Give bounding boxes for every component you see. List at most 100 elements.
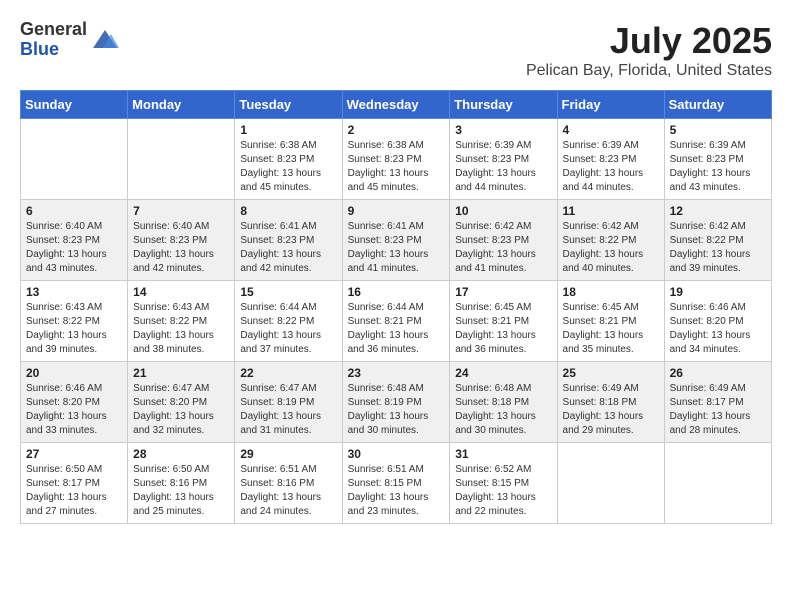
day-number: 24 xyxy=(455,366,551,380)
day-number: 18 xyxy=(563,285,659,299)
day-number: 12 xyxy=(670,204,766,218)
day-info: Sunrise: 6:39 AMSunset: 8:23 PMDaylight:… xyxy=(455,139,551,195)
day-number: 11 xyxy=(563,204,659,218)
day-info: Sunrise: 6:45 AMSunset: 8:21 PMDaylight:… xyxy=(563,301,659,357)
day-number: 22 xyxy=(240,366,336,380)
calendar-cell: 5 Sunrise: 6:39 AMSunset: 8:23 PMDaylight… xyxy=(664,119,771,200)
calendar-week-row: 1Sunrise: 6:38 AMSunset: 8:23 PMDaylight… xyxy=(21,119,772,200)
calendar-cell: 16Sunrise: 6:44 AMSunset: 8:21 PMDayligh… xyxy=(342,281,450,362)
logo: General Blue xyxy=(20,20,119,60)
calendar-cell xyxy=(128,119,235,200)
day-number: 15 xyxy=(240,285,336,299)
day-number: 19 xyxy=(670,285,766,299)
calendar-cell: 17 Sunrise: 6:45 AMSunset: 8:21 PMDayligh… xyxy=(450,281,557,362)
calendar-cell: 10Sunrise: 6:42 AMSunset: 8:23 PMDayligh… xyxy=(450,200,557,281)
day-info: Sunrise: 6:42 AMSunset: 8:22 PMDaylight:… xyxy=(670,220,766,276)
day-number: 16 xyxy=(348,285,445,299)
day-info: Sunrise: 6:50 AMSunset: 8:17 PMDaylight:… xyxy=(26,463,122,519)
day-number: 17 xyxy=(455,285,551,299)
day-info: Sunrise: 6:49 AMSunset: 8:18 PMDaylight:… xyxy=(563,382,659,438)
day-info: Sunrise: 6:52 AMSunset: 8:15 PMDaylight:… xyxy=(455,463,551,519)
title-block: July 2025 Pelican Bay, Florida, United S… xyxy=(526,20,772,80)
calendar-cell: 3 Sunrise: 6:39 AMSunset: 8:23 PMDaylight… xyxy=(450,119,557,200)
calendar-week-row: 13 Sunrise: 6:43 AMSunset: 8:22 PMDayligh… xyxy=(21,281,772,362)
calendar-cell: 29Sunrise: 6:51 AMSunset: 8:16 PMDayligh… xyxy=(235,443,342,524)
day-number: 2 xyxy=(348,123,445,137)
day-info: Sunrise: 6:48 AMSunset: 8:19 PMDaylight:… xyxy=(348,382,445,438)
day-info: Sunrise: 6:42 AMSunset: 8:22 PMDaylight:… xyxy=(563,220,659,276)
calendar-cell: 31 Sunrise: 6:52 AMSunset: 8:15 PMDayligh… xyxy=(450,443,557,524)
calendar-cell: 27 Sunrise: 6:50 AMSunset: 8:17 PMDayligh… xyxy=(21,443,128,524)
weekday-header-sunday: Sunday xyxy=(21,91,128,119)
day-number: 26 xyxy=(670,366,766,380)
weekday-header-wednesday: Wednesday xyxy=(342,91,450,119)
day-info: Sunrise: 6:41 AMSunset: 8:23 PMDaylight:… xyxy=(348,220,445,276)
calendar-week-row: 6Sunrise: 6:40 AMSunset: 8:23 PMDaylight… xyxy=(21,200,772,281)
day-info: Sunrise: 6:39 AMSunset: 8:23 PMDaylight:… xyxy=(670,139,766,195)
day-number: 5 xyxy=(670,123,766,137)
calendar-cell: 18 Sunrise: 6:45 AMSunset: 8:21 PMDayligh… xyxy=(557,281,664,362)
calendar-cell: 12 Sunrise: 6:42 AMSunset: 8:22 PMDayligh… xyxy=(664,200,771,281)
logo-blue-text: Blue xyxy=(20,40,87,60)
weekday-header-monday: Monday xyxy=(128,91,235,119)
calendar-cell: 19Sunrise: 6:46 AMSunset: 8:20 PMDayligh… xyxy=(664,281,771,362)
day-number: 25 xyxy=(563,366,659,380)
calendar-cell: 2Sunrise: 6:38 AMSunset: 8:23 PMDaylight… xyxy=(342,119,450,200)
day-number: 23 xyxy=(348,366,445,380)
calendar-cell xyxy=(557,443,664,524)
page-header: General Blue July 2025 Pelican Bay, Flor… xyxy=(20,20,772,80)
weekday-header-tuesday: Tuesday xyxy=(235,91,342,119)
weekday-header-saturday: Saturday xyxy=(664,91,771,119)
calendar-cell: 13 Sunrise: 6:43 AMSunset: 8:22 PMDayligh… xyxy=(21,281,128,362)
day-number: 30 xyxy=(348,447,445,461)
calendar-cell: 25 Sunrise: 6:49 AMSunset: 8:18 PMDayligh… xyxy=(557,362,664,443)
calendar-cell: 7Sunrise: 6:40 AMSunset: 8:23 PMDaylight… xyxy=(128,200,235,281)
calendar-cell: 23 Sunrise: 6:48 AMSunset: 8:19 PMDayligh… xyxy=(342,362,450,443)
day-info: Sunrise: 6:45 AMSunset: 8:21 PMDaylight:… xyxy=(455,301,551,357)
calendar-cell: 21Sunrise: 6:47 AMSunset: 8:20 PMDayligh… xyxy=(128,362,235,443)
calendar-cell: 14 Sunrise: 6:43 AMSunset: 8:22 PMDayligh… xyxy=(128,281,235,362)
calendar-cell: 1Sunrise: 6:38 AMSunset: 8:23 PMDaylight… xyxy=(235,119,342,200)
calendar-cell: 24 Sunrise: 6:48 AMSunset: 8:18 PMDayligh… xyxy=(450,362,557,443)
weekday-header-row: SundayMondayTuesdayWednesdayThursdayFrid… xyxy=(21,91,772,119)
calendar-cell: 15 Sunrise: 6:44 AMSunset: 8:22 PMDayligh… xyxy=(235,281,342,362)
calendar-week-row: 20 Sunrise: 6:46 AMSunset: 8:20 PMDayligh… xyxy=(21,362,772,443)
calendar-cell xyxy=(21,119,128,200)
weekday-header-friday: Friday xyxy=(557,91,664,119)
calendar-cell: 11 Sunrise: 6:42 AMSunset: 8:22 PMDayligh… xyxy=(557,200,664,281)
day-info: Sunrise: 6:38 AMSunset: 8:23 PMDaylight:… xyxy=(240,139,336,195)
calendar-cell xyxy=(664,443,771,524)
logo-general-text: General xyxy=(20,20,87,40)
calendar-table: SundayMondayTuesdayWednesdayThursdayFrid… xyxy=(20,90,772,524)
day-number: 7 xyxy=(133,204,229,218)
day-info: Sunrise: 6:46 AMSunset: 8:20 PMDaylight:… xyxy=(26,382,122,438)
calendar-cell: 26 Sunrise: 6:49 AMSunset: 8:17 PMDayligh… xyxy=(664,362,771,443)
day-info: Sunrise: 6:43 AMSunset: 8:22 PMDaylight:… xyxy=(26,301,122,357)
logo-icon xyxy=(91,26,119,54)
day-number: 6 xyxy=(26,204,122,218)
day-info: Sunrise: 6:44 AMSunset: 8:22 PMDaylight:… xyxy=(240,301,336,357)
day-number: 3 xyxy=(455,123,551,137)
calendar-week-row: 27 Sunrise: 6:50 AMSunset: 8:17 PMDayligh… xyxy=(21,443,772,524)
day-info: Sunrise: 6:49 AMSunset: 8:17 PMDaylight:… xyxy=(670,382,766,438)
day-number: 10 xyxy=(455,204,551,218)
day-number: 20 xyxy=(26,366,122,380)
day-info: Sunrise: 6:50 AMSunset: 8:16 PMDaylight:… xyxy=(133,463,229,519)
day-info: Sunrise: 6:47 AMSunset: 8:19 PMDaylight:… xyxy=(240,382,336,438)
weekday-header-thursday: Thursday xyxy=(450,91,557,119)
day-info: Sunrise: 6:39 AMSunset: 8:23 PMDaylight:… xyxy=(563,139,659,195)
calendar-cell: 22 Sunrise: 6:47 AMSunset: 8:19 PMDayligh… xyxy=(235,362,342,443)
day-number: 13 xyxy=(26,285,122,299)
day-info: Sunrise: 6:43 AMSunset: 8:22 PMDaylight:… xyxy=(133,301,229,357)
calendar-cell: 20 Sunrise: 6:46 AMSunset: 8:20 PMDayligh… xyxy=(21,362,128,443)
day-number: 14 xyxy=(133,285,229,299)
day-number: 4 xyxy=(563,123,659,137)
day-info: Sunrise: 6:48 AMSunset: 8:18 PMDaylight:… xyxy=(455,382,551,438)
calendar-cell: 8Sunrise: 6:41 AMSunset: 8:23 PMDaylight… xyxy=(235,200,342,281)
calendar-title: July 2025 xyxy=(526,20,772,62)
day-number: 31 xyxy=(455,447,551,461)
day-number: 27 xyxy=(26,447,122,461)
calendar-cell: 6Sunrise: 6:40 AMSunset: 8:23 PMDaylight… xyxy=(21,200,128,281)
day-info: Sunrise: 6:51 AMSunset: 8:15 PMDaylight:… xyxy=(348,463,445,519)
day-info: Sunrise: 6:47 AMSunset: 8:20 PMDaylight:… xyxy=(133,382,229,438)
